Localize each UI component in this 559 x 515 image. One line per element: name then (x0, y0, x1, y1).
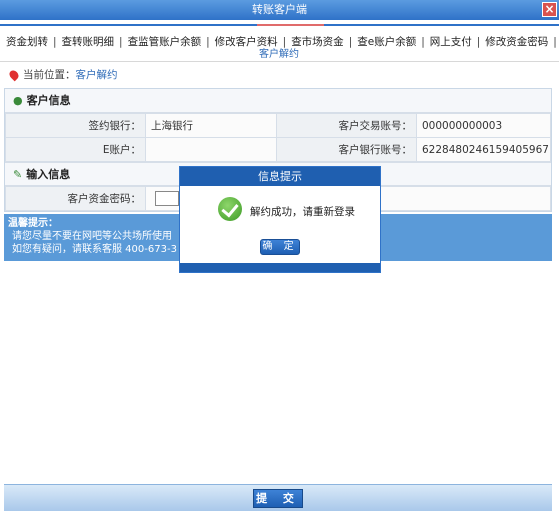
nav-separator: | (53, 36, 57, 48)
window-title: 转账客户端 (252, 3, 307, 16)
nav-item-change-password[interactable]: 修改资金密码 (485, 36, 548, 48)
nav-item-supervised-balance[interactable]: 查监管账户余额 (128, 36, 202, 48)
nav-item-e-account-balance[interactable]: 查e账户余额 (357, 36, 416, 48)
customer-info-header: ● 客户信息 (5, 89, 551, 113)
person-icon: ● (13, 94, 23, 107)
nav-separator: | (206, 36, 210, 48)
window-titlebar: 转账客户端 × (0, 0, 559, 20)
nav-item-cancel-contract[interactable]: 客户解约 (259, 45, 299, 60)
nav-item-transfer-detail[interactable]: 查转账明细 (62, 36, 115, 48)
table-row: E账户： 客户银行账号： 6228480246159405967 (5, 137, 551, 162)
nav-accent-line (0, 24, 559, 26)
close-icon[interactable]: × (542, 2, 557, 17)
nav-separator: | (476, 36, 481, 48)
success-check-icon (218, 197, 242, 221)
dialog-footer (180, 263, 380, 272)
dialog-message: 解约成功，请重新登录 (250, 206, 355, 218)
trade-account-label: 客户交易账号： (276, 113, 417, 138)
table-row: 签约银行： 上海银行 客户交易账号： 000000000003 (5, 113, 551, 138)
edit-icon: ✎ (13, 168, 23, 181)
dialog-body: 解约成功，请重新登录 确 定 (180, 186, 380, 262)
nav-item-transfer[interactable]: 资金划转 (6, 36, 48, 48)
customer-info-title: 客户信息 (26, 94, 71, 107)
nav-separator: | (119, 36, 123, 48)
bank-value: 上海银行 (145, 113, 277, 138)
nav-separator: | (421, 36, 425, 48)
nav-separator: | (553, 36, 557, 48)
top-nav: 资金划转 | 查转账明细 | 查监管账户余额 | 修改客户资料 | 查市场资金 | 查e账户余额 | 网… (0, 20, 559, 62)
bank-account-label: 客户银行账号： (276, 137, 417, 162)
submit-button[interactable]: 提 交 (253, 489, 303, 508)
location-pin-icon (7, 68, 21, 82)
password-input[interactable] (155, 191, 179, 206)
info-dialog: 信息提示 解约成功，请重新登录 确 定 (179, 166, 381, 273)
bank-account-value: 6228480246159405967 (416, 137, 551, 162)
input-info-title: 输入信息 (26, 168, 71, 181)
e-account-value (145, 137, 277, 162)
e-account-label: E账户： (5, 137, 146, 162)
breadcrumb-current: 客户解约 (75, 69, 118, 81)
customer-info-table: 签约银行： 上海银行 客户交易账号： 000000000003 E账户： 客户银… (5, 113, 551, 162)
dialog-title: 信息提示 (180, 167, 380, 186)
nav-item-market-funds[interactable]: 查市场资金 (291, 36, 344, 48)
nav-item-online-payment[interactable]: 网上支付 (430, 36, 472, 48)
nav-separator: | (348, 36, 353, 48)
confirm-button[interactable]: 确 定 (260, 239, 300, 255)
breadcrumb: 当前位置：客户解约 (7, 67, 118, 82)
breadcrumb-label: 当前位置： (23, 69, 76, 81)
password-label: 客户资金密码： (5, 186, 146, 211)
trade-account-value: 000000000003 (416, 113, 551, 138)
submit-bar: 提 交 (4, 484, 552, 511)
bank-label: 签约银行： (5, 113, 146, 138)
